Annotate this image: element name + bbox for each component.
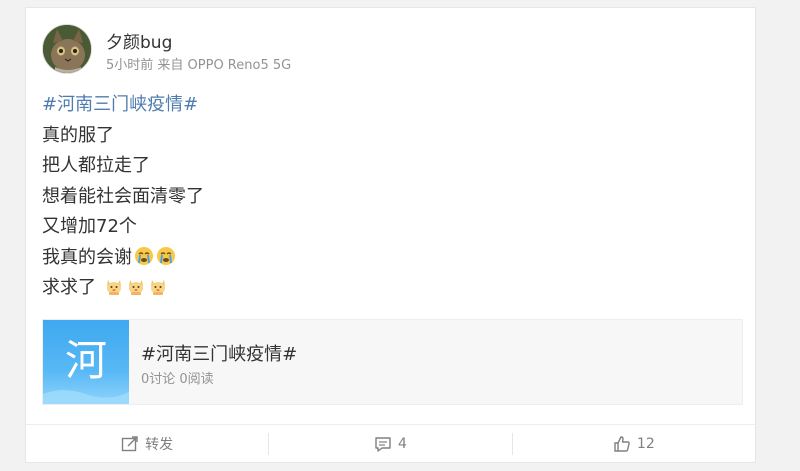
post-body: #河南三门峡疫情# 真的服了 把人都拉走了 想着能社会面清零了 又增加72个 我… [42, 90, 204, 304]
weibo-post-card: 夕颜bug 5小时前 来自 OPPO Reno5 5G #河南三门峡疫情# 真的… [25, 7, 756, 463]
like-button[interactable]: 12 [513, 425, 755, 463]
wave-decoration [43, 390, 129, 404]
topic-stats: 0讨论 0阅读 [141, 372, 214, 387]
post-line: 我真的会谢 [42, 246, 132, 268]
crying-emoji-icon [135, 246, 153, 265]
repost-icon [121, 436, 138, 452]
post-line: 真的服了 [42, 124, 114, 146]
cat-emoji-icon [128, 280, 143, 295]
cat-emoji-icon [150, 280, 165, 295]
topic-thumbnail-char: 河 [64, 336, 107, 385]
topic-thumbnail: 河 [43, 320, 129, 404]
cat-emoji-icon [106, 280, 121, 295]
comment-button[interactable]: 4 [269, 425, 511, 463]
avatar[interactable] [42, 24, 92, 74]
comment-count: 4 [398, 436, 407, 452]
action-bar: 转发 4 12 [26, 424, 755, 463]
comment-icon [375, 437, 391, 452]
topic-title[interactable]: #河南三门峡疫情# [141, 340, 297, 366]
thumbs-up-icon [614, 436, 630, 452]
post-meta: 5小时前 来自 OPPO Reno5 5G [106, 58, 292, 73]
repost-button[interactable]: 转发 [26, 425, 268, 463]
post-line: 又增加72个 [42, 216, 137, 237]
like-count: 12 [636, 436, 655, 452]
repost-label: 转发 [145, 437, 174, 453]
post-line: 把人都拉走了 [42, 155, 150, 176]
post-hashtag-link[interactable]: #河南三门峡疫情# [42, 94, 198, 115]
post-line: 求求了 [42, 277, 96, 298]
post-line: 想着能社会面清零了 [42, 185, 204, 207]
username[interactable]: 夕颜bug [106, 28, 172, 53]
topic-card[interactable]: 河 #河南三门峡疫情# 0讨论 0阅读 [42, 319, 743, 405]
crying-emoji-icon [157, 246, 175, 265]
cat-avatar-image [43, 25, 91, 73]
